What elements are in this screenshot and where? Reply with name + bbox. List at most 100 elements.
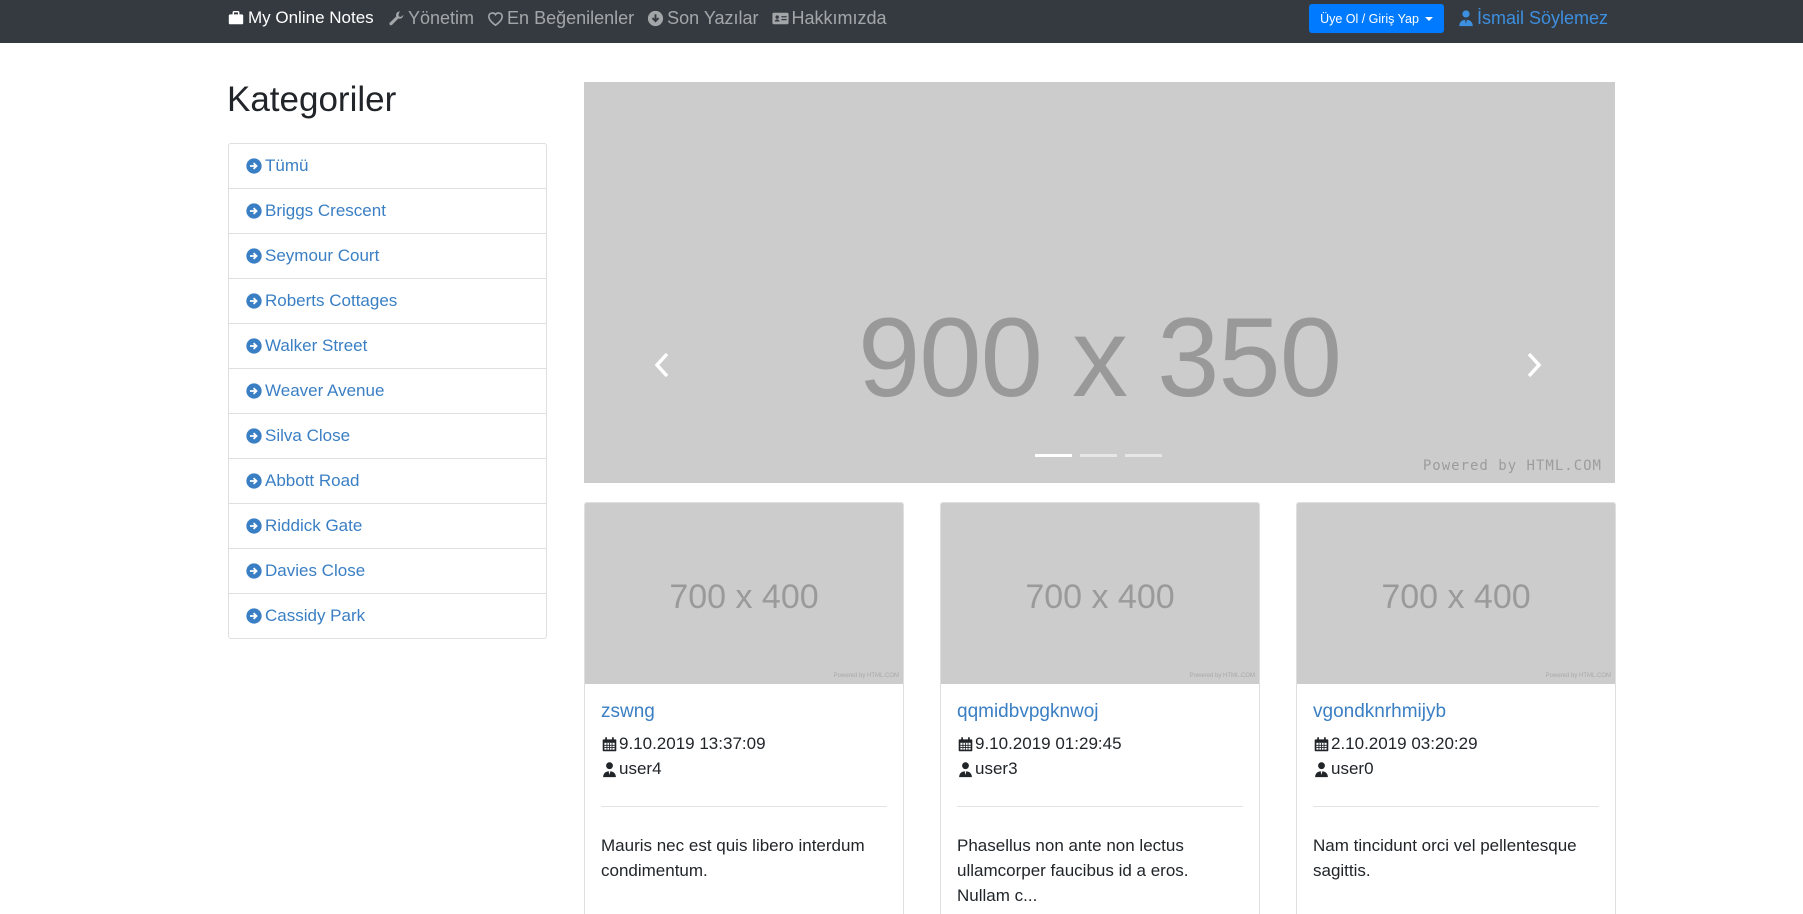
nav-item-label: Son Yazılar (667, 7, 759, 28)
card-author-text: user0 (1331, 759, 1374, 778)
category-item-roberts-cottages[interactable]: Roberts Cottages (229, 279, 546, 324)
card-image-placeholder: 700 x 400 (1025, 578, 1175, 616)
note-card: 700 x 400 Powered by HTML.COM zswng 9.10… (584, 502, 904, 914)
card-author: user0 (1313, 759, 1374, 779)
arrow-circle-right-icon (246, 293, 262, 309)
user-tie-icon (603, 761, 616, 777)
card-title-link[interactable]: qqmidbvpgknwoj (957, 701, 1099, 723)
carousel-credit: Powered by HTML.COM (1422, 458, 1602, 474)
carousel-prev-icon[interactable] (652, 350, 672, 380)
arrow-circle-right-icon (246, 563, 262, 579)
arrow-circle-right-icon (246, 383, 262, 399)
card-title-link[interactable]: zswng (601, 701, 655, 723)
card-image-placeholder: 700 x 400 (669, 578, 819, 616)
category-item-briggs-crescent[interactable]: Briggs Crescent (229, 189, 546, 234)
note-card: 700 x 400 Powered by HTML.COM vgondknrhm… (1296, 502, 1616, 914)
card-author: user3 (957, 759, 1018, 779)
calendar-icon (958, 736, 973, 751)
category-label: Riddick Gate (265, 516, 363, 535)
card-image-credit: Powered by HTML.COM (1189, 673, 1255, 679)
note-card: 700 x 400 Powered by HTML.COM qqmidbvpgk… (940, 502, 1260, 914)
category-item-riddick-gate[interactable]: Riddick Gate (229, 504, 546, 549)
arrow-circle-down-icon (648, 10, 664, 26)
user-name: İsmail Söylemez (1477, 7, 1609, 28)
card-image-placeholder: 700 x 400 (1381, 578, 1531, 616)
category-label: Roberts Cottages (265, 291, 398, 310)
signup-login-label: Üye Ol / Giriş Yap (1320, 11, 1419, 26)
arrow-circle-right-icon (246, 428, 262, 444)
card-excerpt: Phasellus non ante non lectus ullamcorpe… (957, 836, 1189, 905)
nav-item-label: Hakkımızda (791, 7, 887, 28)
wrench-icon (389, 10, 404, 25)
categories-title: Kategoriler (227, 80, 397, 119)
category-item-abbott-road[interactable]: Abbott Road (229, 459, 546, 504)
nav-item-son-yazilar[interactable]: Son Yazılar (646, 6, 759, 30)
nav-item-label: En Beğenilenler (507, 7, 635, 28)
caret-down-icon (1424, 16, 1433, 21)
category-item-cassidy-park[interactable]: Cassidy Park (229, 594, 546, 638)
card-author-text: user3 (975, 759, 1018, 778)
category-item-silva-close[interactable]: Silva Close (229, 414, 546, 459)
card-image: 700 x 400 Powered by HTML.COM (1297, 503, 1615, 684)
card-image: 700 x 400 Powered by HTML.COM (941, 503, 1259, 684)
card-author-text: user4 (619, 759, 662, 778)
arrow-circle-right-icon (246, 338, 262, 354)
nav-item-yonetim[interactable]: Yönetim (387, 6, 474, 30)
category-list: Tümü Briggs Crescent Seymour Court Rober… (228, 143, 547, 639)
carousel-indicator-2[interactable] (1080, 454, 1117, 457)
carousel-indicator-3[interactable] (1125, 454, 1162, 457)
nav-item-en-begenilenler[interactable]: En Beğenilenler (486, 6, 634, 30)
user-tie-icon (1315, 761, 1328, 777)
card-title-link[interactable]: vgondknrhmijyb (1313, 701, 1446, 723)
card-image-credit: Powered by HTML.COM (1545, 673, 1611, 679)
heart-icon (488, 11, 504, 26)
card-date-text: 2.10.2019 03:20:29 (1331, 734, 1478, 753)
category-item-seymour-court[interactable]: Seymour Court (229, 234, 546, 279)
arrow-circle-right-icon (246, 473, 262, 489)
top-navbar: My Online Notes Yönetim En Beğenilenler … (0, 0, 1803, 43)
arrow-circle-right-icon (246, 608, 262, 624)
calendar-icon (602, 736, 617, 751)
category-label: Cassidy Park (265, 606, 366, 625)
category-item-walker-street[interactable]: Walker Street (229, 324, 546, 369)
category-label: Walker Street (265, 336, 368, 355)
signup-login-dropdown-button[interactable]: Üye Ol / Giriş Yap (1309, 4, 1444, 33)
card-excerpt: Mauris nec est quis libero interdum cond… (601, 836, 865, 880)
image-carousel: 900 x 350 Powered by HTML.COM (584, 82, 1615, 483)
nav-menu: Yönetim En Beğenilenler Son Yazılar Hakk… (387, 6, 887, 30)
nav-item-label: Yönetim (408, 7, 475, 28)
category-label: Silva Close (265, 426, 351, 445)
card-image-credit: Powered by HTML.COM (833, 673, 899, 679)
briefcase-icon (228, 10, 244, 25)
carousel-indicator-1[interactable] (1035, 454, 1072, 457)
category-label: Davies Close (265, 561, 366, 580)
card-excerpt: Nam tincidunt orci vel pellentesque sagi… (1313, 836, 1577, 880)
card-date-text: 9.10.2019 01:29:45 (975, 734, 1122, 753)
category-label: Weaver Avenue (265, 381, 385, 400)
category-label: Seymour Court (265, 246, 380, 265)
brand-label: My Online Notes (248, 8, 374, 27)
brand-link[interactable]: My Online Notes (227, 8, 374, 28)
address-card-icon (771, 12, 789, 24)
arrow-circle-right-icon (246, 203, 262, 219)
category-label: Abbott Road (265, 471, 360, 490)
arrow-circle-right-icon (246, 518, 262, 534)
card-date: 2.10.2019 03:20:29 (1313, 734, 1478, 754)
card-author: user4 (601, 759, 662, 779)
carousel-next-icon[interactable] (1524, 350, 1544, 380)
arrow-circle-right-icon (246, 248, 262, 264)
card-date: 9.10.2019 01:29:45 (957, 734, 1122, 754)
arrow-circle-right-icon (246, 158, 262, 174)
card-divider (957, 806, 1243, 807)
category-label: Briggs Crescent (265, 201, 386, 220)
card-divider (1313, 806, 1599, 807)
card-date-text: 9.10.2019 13:37:09 (619, 734, 766, 753)
category-item-davies-close[interactable]: Davies Close (229, 549, 546, 594)
nav-item-hakkimizda[interactable]: Hakkımızda (771, 6, 887, 30)
calendar-icon (1314, 736, 1329, 751)
user-profile-link[interactable]: İsmail Söylemez (1457, 6, 1608, 30)
card-divider (601, 806, 887, 807)
category-item-tumu[interactable]: Tümü (229, 144, 546, 189)
user-tie-icon (1459, 10, 1473, 27)
category-item-weaver-avenue[interactable]: Weaver Avenue (229, 369, 546, 414)
